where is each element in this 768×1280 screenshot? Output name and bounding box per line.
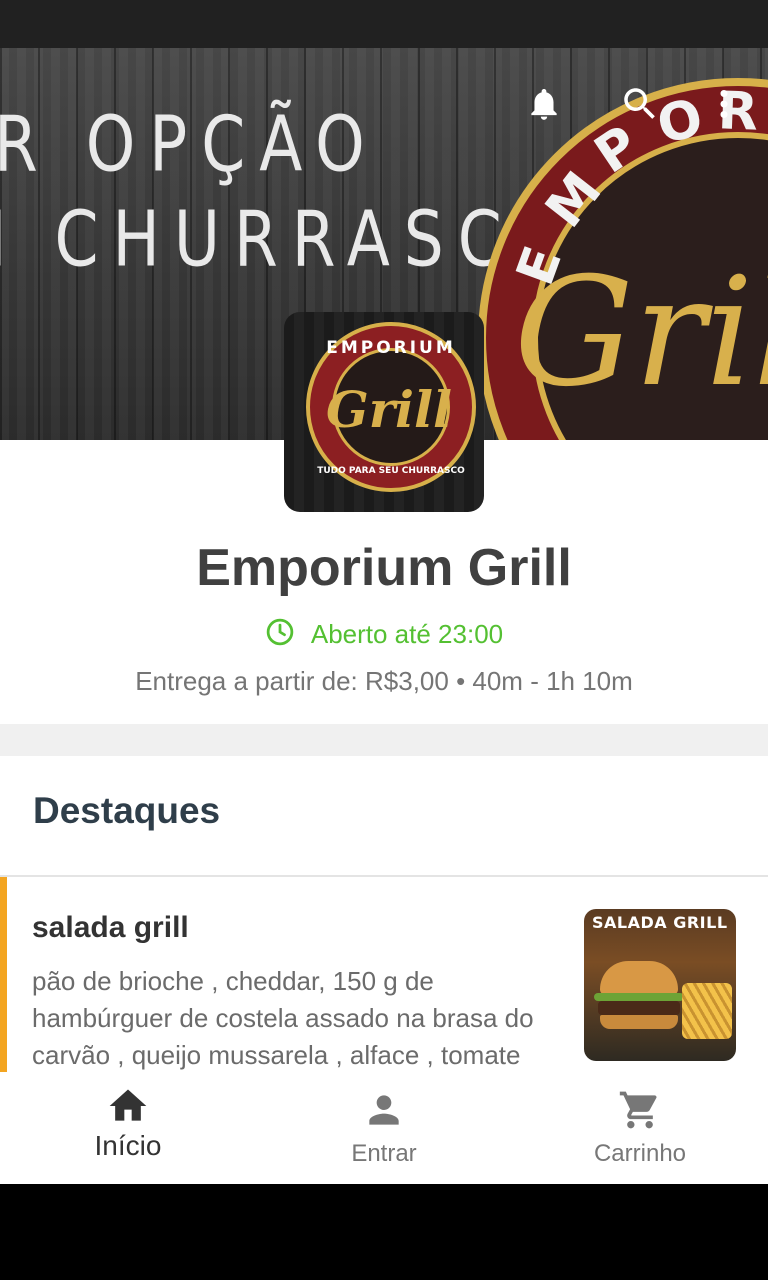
logo-brand-text: EMPORIUM: [326, 338, 456, 358]
status-bar: [0, 0, 768, 48]
search-icon[interactable]: [618, 82, 662, 126]
banner-emblem-script: Grill: [514, 246, 768, 420]
store-content: Emporium Grill Aberto até 23:00 Entrega …: [0, 440, 768, 1072]
open-status: Aberto até 23:00: [310, 618, 504, 649]
burger-bun-top: [600, 961, 678, 995]
fries: [682, 983, 732, 1039]
product-name: salada grill: [32, 911, 189, 944]
logo-tagline: TUDO PARA SEU CHURRASCO: [317, 466, 465, 476]
logo-script-text: Grill: [326, 380, 453, 439]
section-title: Destaques: [33, 790, 221, 831]
product-accent-bar: [0, 877, 7, 1072]
home-icon: [106, 1084, 150, 1128]
product-image: SALADA GRILL: [584, 909, 736, 1061]
nav-label-cart: Carrinho: [593, 1140, 687, 1167]
logo-emblem: EMPORIUM Grill TUDO PARA SEU CHURRASCO: [306, 322, 476, 492]
clock-icon: [265, 617, 295, 651]
system-navigation-bar: [0, 1184, 768, 1280]
store-logo: EMPORIUM Grill TUDO PARA SEU CHURRASCO: [284, 312, 484, 512]
person-icon: [362, 1088, 406, 1132]
burger-bun-bottom: [600, 1015, 678, 1029]
product-description: pão de brioche , cheddar, 150 g de hambú…: [32, 966, 534, 1070]
product-image-title: SALADA GRILL: [592, 913, 728, 932]
section-separator: [0, 724, 768, 756]
product-card[interactable]: salada grill pão de brioche , cheddar, 1…: [0, 877, 768, 1072]
more-vertical-icon[interactable]: [702, 82, 746, 126]
nav-item-cart[interactable]: Carrinho: [512, 1072, 768, 1184]
banner-emblem: E M P O R Grill: [478, 78, 768, 440]
bottom-navigation: Início Entrar Carrinho: [0, 1072, 768, 1184]
opening-hours: Aberto até 23:00: [0, 617, 768, 651]
burger-patty: [598, 1001, 680, 1015]
nav-item-home[interactable]: Início: [0, 1072, 256, 1184]
nav-label-login: Entrar: [351, 1140, 417, 1167]
store-name: Emporium Grill: [196, 539, 572, 597]
nav-label-home: Início: [94, 1130, 162, 1161]
delivery-info: Entrega a partir de: R$3,00 • 40m - 1h 1…: [135, 666, 633, 696]
banner-text-line: R OPÇÃO: [0, 98, 379, 190]
bell-icon[interactable]: [522, 82, 566, 126]
nav-item-login[interactable]: Entrar: [256, 1072, 512, 1184]
burger-lettuce: [594, 993, 684, 1001]
cart-icon: [618, 1088, 662, 1132]
